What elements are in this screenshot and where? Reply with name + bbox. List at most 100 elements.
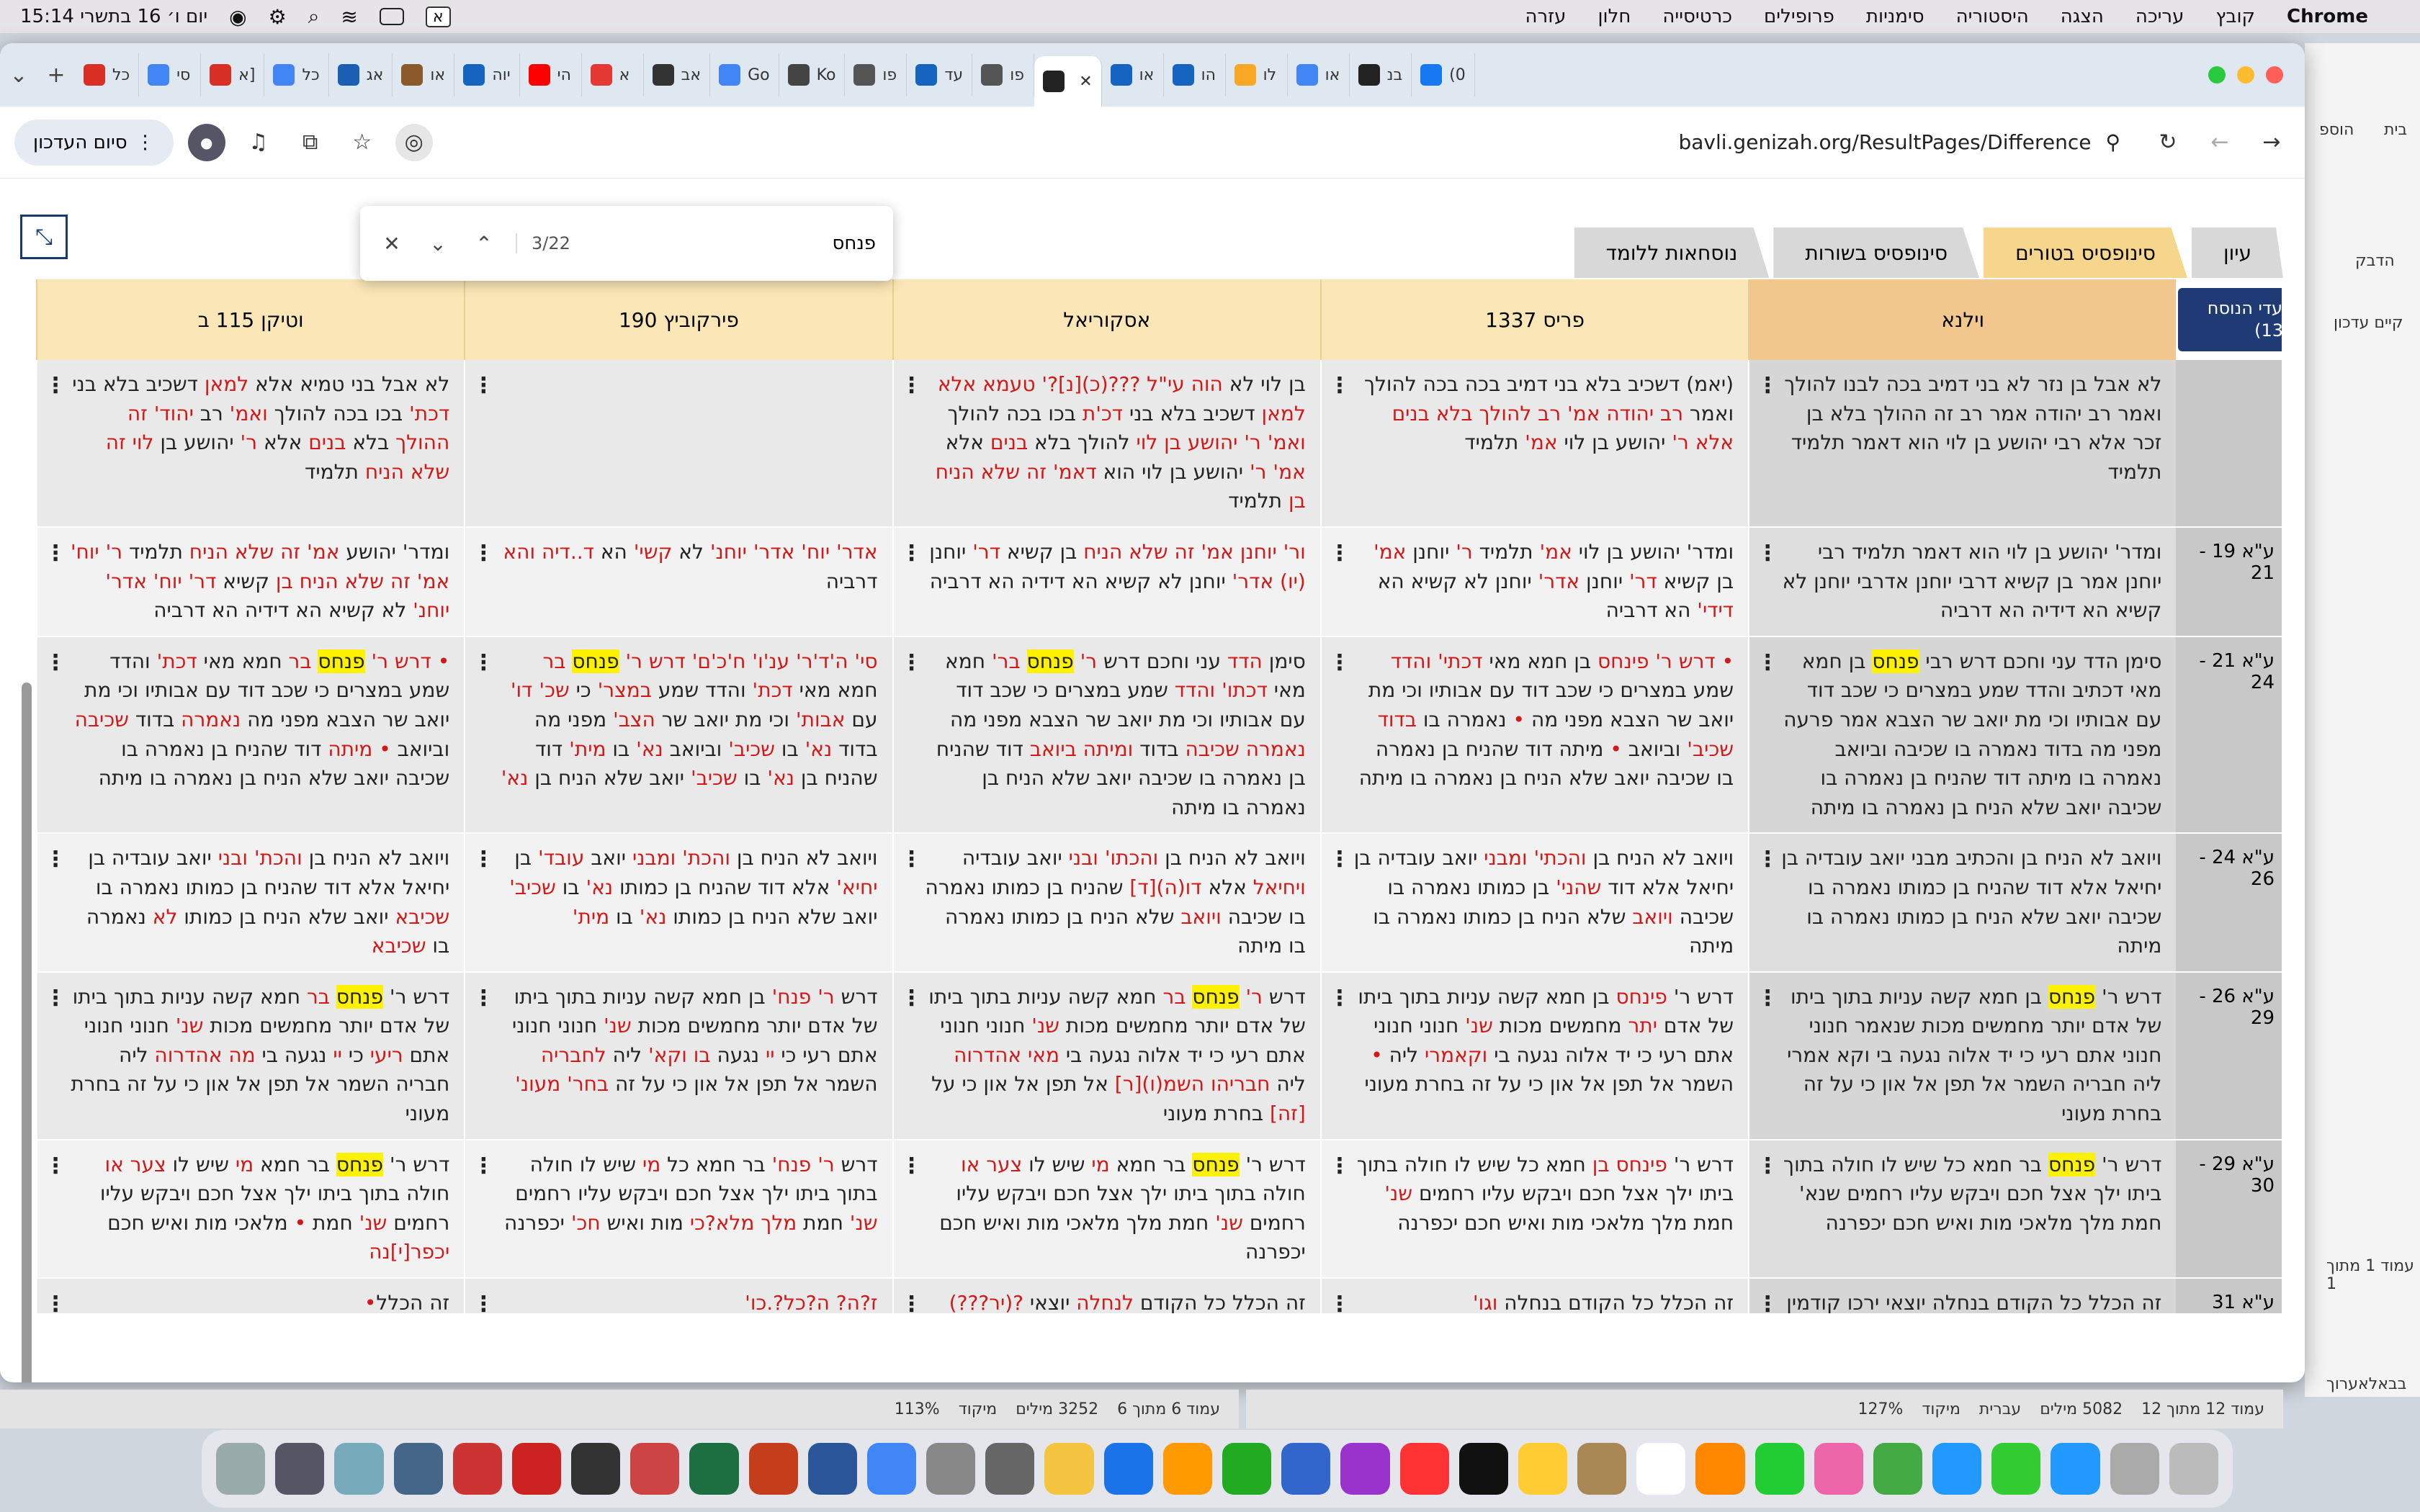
vertical-scrollbar[interactable] [22,683,32,1382]
media-control-icon[interactable]: ♫ [240,124,277,161]
cell-menu-icon[interactable]: ⋮ [472,1151,494,1182]
browser-tab[interactable]: ✕ [1034,56,1102,107]
minimize-button[interactable] [2237,66,2254,84]
browser-tab[interactable]: אב [644,53,711,96]
dock-app-icon[interactable] [1103,1443,1153,1495]
browser-tab[interactable]: Go [710,53,779,96]
cell-menu-icon[interactable]: ⋮ [472,647,494,679]
cell-menu-icon[interactable]: ⋮ [45,538,66,570]
google-lens-icon[interactable]: ◎ [395,123,433,161]
menu-profiles[interactable]: פרופילים [1764,6,1834,27]
browser-tab[interactable]: כל [75,53,140,96]
ribbon-tab-insert[interactable]: הוספ [2319,121,2354,139]
cell-menu-icon[interactable]: ⋮ [1329,983,1350,1014]
cell-menu-icon[interactable]: ⋮ [45,983,66,1014]
find-prev-icon[interactable]: ⌃ [470,232,498,256]
cell-menu-icon[interactable]: ⋮ [472,1289,494,1313]
cell-menu-icon[interactable]: ⋮ [901,1151,923,1182]
new-tab-button[interactable]: + [37,56,75,94]
browser-tab[interactable]: אג [329,53,393,96]
browser-tab[interactable]: הי [520,53,582,96]
cell-menu-icon[interactable]: ⋮ [1757,1289,1778,1313]
tab-search-icon[interactable]: ⌄ [0,56,37,94]
browser-tab[interactable]: א] [201,53,265,96]
dock-app-icon[interactable] [511,1443,562,1495]
spotlight-icon[interactable]: ⌕ [308,4,320,29]
cell-menu-icon[interactable]: ⋮ [45,1151,66,1182]
bookmark-star-icon[interactable]: ☆ [344,124,381,161]
word-focus-button-left[interactable]: מיקוד [959,1400,997,1418]
word-language[interactable]: עברית [1979,1400,2021,1418]
dock-app-icon[interactable] [1932,1443,1982,1495]
cell-menu-icon[interactable]: ⋮ [1757,538,1778,570]
witness-list-button[interactable]: רשימת עדי הנוסח (13) [2177,288,2282,351]
siri-icon[interactable]: ◉ [229,5,246,29]
browser-tab[interactable]: או [1102,53,1164,96]
word-focus-button[interactable]: מיקוד [1922,1400,1960,1418]
browser-tab[interactable]: הו [1164,53,1226,96]
menu-bookmarks[interactable]: סימניות [1866,6,1924,27]
wifi-icon[interactable]: ≋ [341,5,357,29]
cell-menu-icon[interactable]: ⋮ [472,370,494,402]
menu-help[interactable]: עזרה [1525,6,1567,27]
dock-app-icon[interactable] [926,1443,976,1495]
cell-menu-icon[interactable]: ⋮ [472,538,494,570]
tab-versions-for-learner[interactable]: נוסחאות ללומד [1574,228,1770,278]
cell-menu-icon[interactable]: ⋮ [1329,370,1350,402]
dock-app-icon[interactable] [1222,1443,1272,1495]
word-page-count-left[interactable]: עמוד 6 מתוך 6 [1117,1400,1220,1418]
url-text[interactable]: bavli.genizah.org/ResultPages/Difference [1678,130,2091,154]
menu-tab[interactable]: כרטיסייה [1662,6,1732,27]
browser-tab[interactable]: עד [907,53,973,96]
dock-app-icon[interactable] [2110,1443,2159,1495]
cell-menu-icon[interactable]: ⋮ [901,647,923,679]
cell-menu-icon[interactable]: ⋮ [472,844,494,876]
battery-icon[interactable] [379,8,404,25]
menu-edit[interactable]: עריכה [2136,6,2184,27]
menu-view[interactable]: הצגה [2061,6,2104,27]
cell-menu-icon[interactable]: ⋮ [901,983,923,1014]
browser-tab[interactable]: פו [972,53,1035,96]
extensions-icon[interactable]: ⧉ [292,124,329,161]
close-tab-icon[interactable]: ✕ [1079,73,1092,91]
dock-app-icon[interactable] [1814,1443,1863,1495]
dock-app-icon[interactable] [1636,1443,1686,1495]
browser-tab[interactable]: Ko [779,53,846,96]
dock-app-icon[interactable] [689,1443,739,1495]
reload-icon[interactable]: ↻ [2149,124,2187,161]
dock-app-icon[interactable] [1399,1443,1449,1495]
browser-tab[interactable]: א [582,53,644,96]
browser-tab[interactable]: פו [845,53,908,96]
dock-app-icon[interactable] [1281,1443,1331,1495]
dock-app-icon[interactable] [1991,1443,2041,1495]
cell-menu-icon[interactable]: ⋮ [901,1289,923,1313]
dock-app-icon[interactable] [1695,1443,1745,1495]
cell-menu-icon[interactable]: ⋮ [901,844,923,876]
word-zoom-level[interactable]: 127% [1858,1400,1904,1418]
find-next-icon[interactable]: ⌄ [424,232,452,256]
dock-app-icon[interactable] [807,1443,857,1495]
column-header-paris-1337[interactable]: פריס 1337 [1319,279,1749,360]
dock-app-icon[interactable] [571,1443,621,1495]
cell-menu-icon[interactable]: ⋮ [1757,844,1778,876]
cell-menu-icon[interactable]: ⋮ [1329,538,1350,570]
address-bar[interactable]: bavli.genizah.org/ResultPages/Difference… [447,120,2135,166]
dock-app-icon[interactable] [1873,1443,1923,1495]
cell-menu-icon[interactable]: ⋮ [1757,983,1778,1014]
cell-menu-icon[interactable]: ⋮ [45,844,66,876]
forward-icon[interactable]: ← [2201,124,2238,161]
browser-tab[interactable]: כל [264,53,329,96]
tab-study[interactable]: עיון [2191,228,2283,278]
word-word-count[interactable]: 5082 מילים [2040,1400,2123,1418]
browser-tab[interactable]: בנ [1350,53,1412,96]
end-session-button[interactable]: סיום העדכון ⋮ [14,119,174,166]
menu-history[interactable]: היסטוריה [1956,6,2029,27]
browser-tab[interactable]: סי [139,53,202,96]
word-word-count-left[interactable]: 3252 מילים [1016,1400,1098,1418]
back-icon[interactable]: → [2253,124,2290,161]
column-header-vatican-115b[interactable]: וטיקן 115 ב [36,279,465,360]
cell-menu-icon[interactable]: ⋮ [901,538,923,570]
control-center-icon[interactable]: ⚙ [269,5,287,29]
profile-avatar[interactable]: ● [187,123,225,161]
close-window-button[interactable] [2266,66,2283,84]
